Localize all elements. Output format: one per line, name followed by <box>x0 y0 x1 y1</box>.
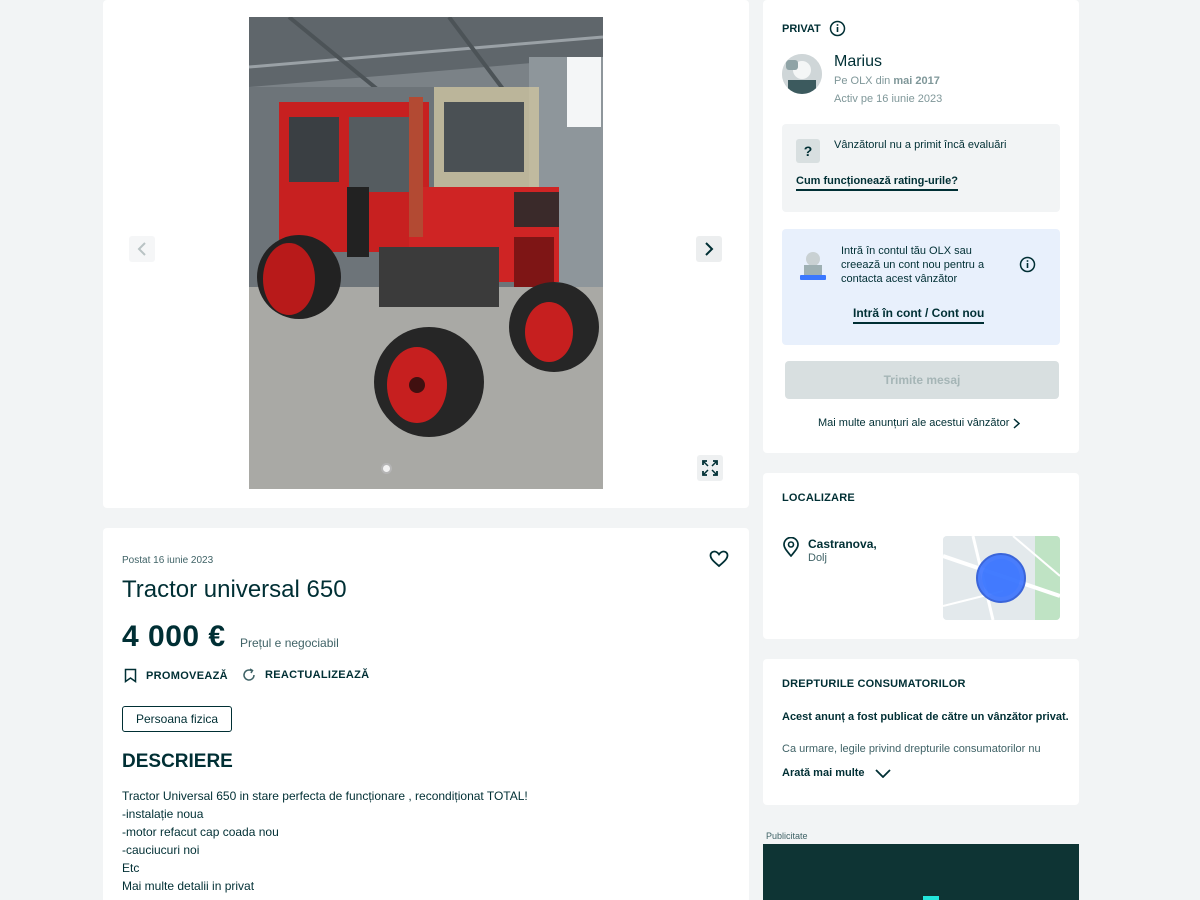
advert-banner[interactable] <box>763 844 1079 900</box>
show-more-button[interactable]: Arată mai multe <box>782 767 891 779</box>
seller-type-tag[interactable]: Persoana fizica <box>122 706 233 732</box>
promote-label: PROMOVEAZĂ <box>146 669 228 682</box>
consumer-rights-text: Ca urmare, legile privind drepturile con… <box>782 743 1041 755</box>
consumer-rights-notice: Acest anunț a fost publicat de către un … <box>782 711 1069 723</box>
more-ads-label: Mai multe anunțuri ale acestui vânzător <box>818 417 1010 429</box>
seller-member-since: Pe OLX din mai 2017 <box>834 75 940 87</box>
ad-title: Tractor universal 650 <box>122 576 347 603</box>
seller-type: PRIVAT <box>782 20 846 37</box>
user-illustration-icon <box>798 249 828 286</box>
advert-label: Publicitate <box>766 831 808 841</box>
seller-avatar <box>782 54 822 94</box>
description-text: Tractor Universal 650 in stare perfecta … <box>122 789 528 893</box>
seller-last-active: Activ pe 16 iunie 2023 <box>834 93 943 105</box>
previous-image-button[interactable] <box>129 236 155 262</box>
show-more-label: Arată mai multe <box>782 767 865 779</box>
negotiable-label: Prețul e negociabil <box>240 636 339 650</box>
seller-card: PRIVAT Marius Pe OLX din mai 2017 Activ … <box>763 0 1079 453</box>
refresh-button[interactable]: REACTUALIZEAZĂ <box>242 668 369 682</box>
avatar-illustration <box>782 54 822 94</box>
description-heading: DESCRIERE <box>122 751 233 772</box>
send-message-button[interactable]: Trimite mesaj <box>785 361 1059 399</box>
favorite-button[interactable] <box>709 550 729 573</box>
ratings-info-link[interactable]: Cum funcționează rating-urile? <box>796 175 958 191</box>
fullscreen-button[interactable] <box>697 455 723 481</box>
ad-details-card: Postat 16 iunie 2023 Tractor universal 6… <box>103 528 749 900</box>
seller-name[interactable]: Marius <box>834 53 882 71</box>
info-icon[interactable] <box>829 20 846 37</box>
promote-button[interactable]: PROMOVEAZĂ <box>124 668 228 683</box>
seller-type-label: PRIVAT <box>782 22 821 35</box>
heart-icon <box>709 550 729 568</box>
chevron-right-icon <box>705 242 714 256</box>
location-pin-icon <box>783 537 799 557</box>
map-illustration <box>943 536 1060 620</box>
no-ratings-text: Vânzătorul nu a primit încă evaluări <box>834 139 1007 151</box>
expand-icon <box>702 460 718 476</box>
carousel-indicator-dot[interactable] <box>381 463 392 474</box>
ad-price: 4 000 € <box>122 620 226 653</box>
chevron-down-icon <box>874 768 891 778</box>
chevron-right-icon <box>1013 417 1021 429</box>
question-icon: ? <box>796 139 820 163</box>
refresh-label: REACTUALIZEAZĂ <box>265 669 370 681</box>
consumer-rights-heading: DREPTURILE CONSUMATORILOR <box>782 678 966 690</box>
login-prompt-box: Intră în contul tău OLX sau creează un c… <box>782 229 1060 345</box>
listing-photo[interactable] <box>249 17 603 489</box>
more-seller-ads-link[interactable]: Mai multe anunțuri ale acestui vânzător <box>818 417 1021 429</box>
member-since-date: mai 2017 <box>893 75 940 87</box>
refresh-icon <box>243 668 255 681</box>
tractor-photo-illustration <box>249 17 603 489</box>
login-register-link[interactable]: Intră în cont / Cont nou <box>853 306 985 324</box>
image-gallery <box>103 0 749 508</box>
posted-date: Postat 16 iunie 2023 <box>122 555 214 566</box>
advert-accent-mark <box>923 896 939 900</box>
location-map[interactable] <box>943 536 1060 620</box>
location-card: LOCALIZARE Castranova, Dolj <box>763 473 1079 639</box>
location-heading: LOCALIZARE <box>782 492 855 504</box>
next-image-button[interactable] <box>696 236 722 262</box>
location-city: Castranova, <box>808 537 877 551</box>
info-icon[interactable] <box>1019 256 1036 273</box>
login-prompt-text: Intră în contul tău OLX sau creează un c… <box>841 245 985 285</box>
location-county: Dolj <box>808 552 827 564</box>
chevron-left-icon <box>137 242 146 256</box>
bookmark-icon <box>124 668 137 683</box>
rating-box: ? Vânzătorul nu a primit încă evaluări C… <box>782 124 1060 212</box>
member-since-prefix: Pe OLX din <box>834 75 894 87</box>
consumer-rights-card: DREPTURILE CONSUMATORILOR Acest anunț a … <box>763 659 1079 805</box>
